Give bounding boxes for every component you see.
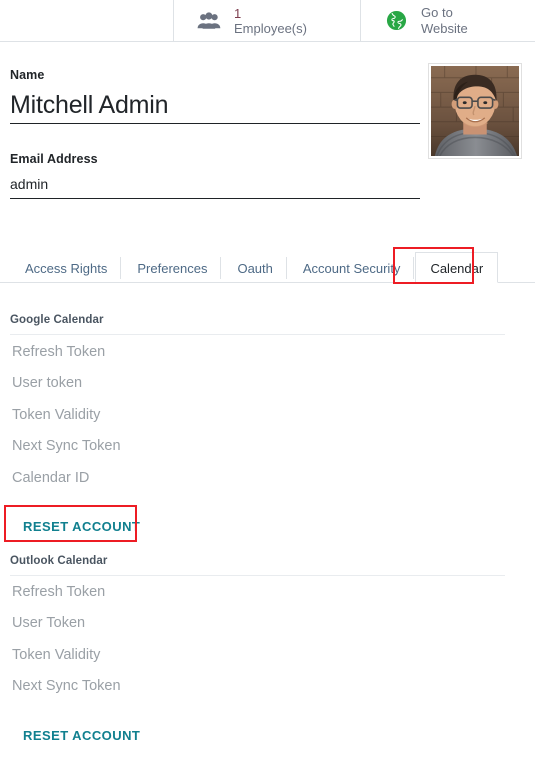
website-label-line1: Go to xyxy=(421,4,453,20)
name-field-group: Name Mitchell Admin xyxy=(10,68,420,124)
tab-account-security-label: Account Security xyxy=(302,261,401,276)
name-underline xyxy=(10,123,420,124)
email-underline xyxy=(10,198,420,199)
google-reset-account-button[interactable]: RESET ACCOUNT xyxy=(17,515,146,538)
website-label-line2: Website xyxy=(421,20,468,36)
people-icon xyxy=(196,8,222,34)
outlook-token-validity-label: Token Validity xyxy=(12,647,101,663)
google-refresh-token-label: Refresh Token xyxy=(12,344,106,360)
tab-access-rights-label: Access Rights xyxy=(25,261,108,276)
outlook-reset-account-button[interactable]: RESET ACCOUNT xyxy=(17,724,146,747)
google-token-validity-label: Token Validity xyxy=(12,407,101,423)
outlook-user-token-label: User Token xyxy=(12,615,86,631)
outlook-next-sync-token-label: Next Sync Token xyxy=(12,678,121,694)
tab-account-security[interactable]: Account Security xyxy=(288,252,416,283)
tab-oauth-label: Oauth xyxy=(237,261,273,276)
email-field-group: Email Address admin xyxy=(10,152,420,199)
avatar[interactable] xyxy=(428,63,522,159)
google-user-token-label: User token xyxy=(12,375,83,391)
tab-calendar-label: Calendar xyxy=(430,261,484,276)
tab-oauth[interactable]: Oauth xyxy=(222,252,288,283)
globe-icon xyxy=(383,8,409,34)
tab-preferences-label: Preferences xyxy=(137,261,208,276)
employee-count: 1 xyxy=(234,5,242,21)
tab-access-rights[interactable]: Access Rights xyxy=(10,252,122,283)
employee-label: Employee(s) xyxy=(234,20,307,36)
outlook-calendar-group-rule xyxy=(10,575,505,576)
tab-calendar[interactable]: Calendar xyxy=(415,252,499,283)
email-input[interactable]: admin xyxy=(10,174,420,194)
smart-button-bar: 1 Employee(s) Go to Website xyxy=(0,0,535,42)
form-sheet: Name Mitchell Admin Email Address admin xyxy=(0,42,535,757)
name-label: Name xyxy=(10,68,45,82)
smart-button-employees[interactable]: 1 Employee(s) xyxy=(173,0,360,41)
email-label: Email Address xyxy=(10,152,98,166)
google-next-sync-token-label: Next Sync Token xyxy=(12,438,121,454)
smart-button-go-to-website[interactable]: Go to Website xyxy=(360,0,535,41)
outlook-calendar-group-title: Outlook Calendar xyxy=(10,555,108,567)
tab-preferences[interactable]: Preferences xyxy=(122,252,222,283)
google-calendar-group-rule xyxy=(10,334,505,335)
google-calendar-id-label: Calendar ID xyxy=(12,470,90,486)
name-input[interactable]: Mitchell Admin xyxy=(10,89,420,121)
google-calendar-group-title: Google Calendar xyxy=(10,314,104,326)
avatar-photo xyxy=(431,66,519,156)
outlook-refresh-token-label: Refresh Token xyxy=(12,584,106,600)
notebook-tabs: Access Rights Preferences Oauth Account … xyxy=(10,251,499,283)
